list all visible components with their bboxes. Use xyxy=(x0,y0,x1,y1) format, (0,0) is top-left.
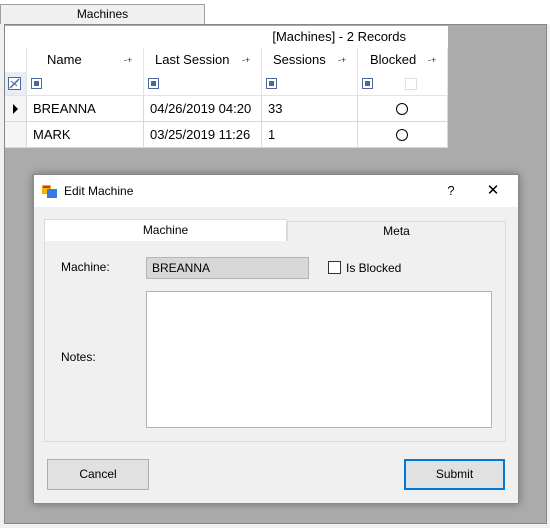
filter-pin-icon[interactable]: -+ xyxy=(124,48,132,72)
filter-pin-icon[interactable]: -+ xyxy=(428,48,436,72)
column-header-name[interactable]: Name -+ xyxy=(27,48,144,72)
column-label: Name xyxy=(47,52,82,67)
cell-last-session[interactable]: 03/25/2019 11:26 xyxy=(144,122,262,148)
tab-machine[interactable]: Machine xyxy=(44,219,287,241)
filter-pin-icon[interactable]: -+ xyxy=(338,48,346,72)
cancel-button[interactable]: Cancel xyxy=(47,459,149,490)
table-row[interactable]: MARK 03/25/2019 11:26 1 xyxy=(5,122,448,148)
notes-label: Notes: xyxy=(61,350,96,364)
machine-label: Machine: xyxy=(61,260,110,274)
submit-button[interactable]: Submit xyxy=(404,459,505,490)
filter-cell-last-session[interactable] xyxy=(144,72,262,96)
column-header-last-session[interactable]: Last Session -+ xyxy=(144,48,262,72)
column-header-blocked[interactable]: Blocked -+ xyxy=(358,48,448,72)
filter-operator-icon[interactable] xyxy=(266,78,277,89)
filter-pin-icon[interactable]: -+ xyxy=(242,48,250,72)
cell-blocked[interactable] xyxy=(358,122,448,148)
filter-cell-sessions[interactable] xyxy=(262,72,358,96)
filter-cell-blocked[interactable] xyxy=(358,72,448,96)
filter-row xyxy=(5,72,448,96)
filter-operator-icon[interactable] xyxy=(31,78,42,89)
column-label: Sessions xyxy=(273,52,326,67)
row-indicator[interactable] xyxy=(5,122,27,148)
filter-operator-icon[interactable] xyxy=(362,78,373,89)
is-blocked-checkbox[interactable] xyxy=(328,261,341,274)
cell-name[interactable]: MARK xyxy=(27,122,144,148)
current-row-arrow-icon xyxy=(13,104,18,114)
machine-field[interactable]: BREANNA xyxy=(146,257,309,279)
cell-name[interactable]: BREANNA xyxy=(27,96,144,122)
column-header-sessions[interactable]: Sessions -+ xyxy=(262,48,358,72)
tab-machines[interactable]: Machines xyxy=(0,4,205,24)
app-window-icon xyxy=(42,185,57,198)
clear-filter-icon[interactable] xyxy=(5,72,27,96)
close-icon[interactable]: ✕ xyxy=(478,175,508,207)
row-indicator[interactable] xyxy=(5,96,27,122)
blocked-indicator-icon[interactable] xyxy=(396,129,408,141)
help-button[interactable]: ? xyxy=(436,175,466,207)
table-row[interactable]: BREANNA 04/26/2019 04:20 33 xyxy=(5,96,448,122)
grid-header: Name -+ Last Session -+ Sessions -+ Bloc… xyxy=(5,48,448,72)
edit-machine-dialog: Edit Machine ? ✕ Machine Meta Machine: B… xyxy=(33,174,519,504)
cell-sessions[interactable]: 33 xyxy=(262,96,358,122)
filter-cell-name[interactable] xyxy=(27,72,144,96)
cell-sessions[interactable]: 1 xyxy=(262,122,358,148)
tab-meta[interactable]: Meta xyxy=(287,221,506,241)
is-blocked-label[interactable]: Is Blocked xyxy=(346,261,401,275)
header-corner xyxy=(5,48,27,72)
filter-operator-icon[interactable] xyxy=(148,78,159,89)
blocked-indicator-icon[interactable] xyxy=(396,103,408,115)
cell-last-session[interactable]: 04/26/2019 04:20 xyxy=(144,96,262,122)
cell-blocked[interactable] xyxy=(358,96,448,122)
column-label: Last Session xyxy=(155,52,230,67)
filter-checkbox[interactable] xyxy=(405,78,417,90)
notes-textarea[interactable] xyxy=(146,291,492,428)
column-label: Blocked xyxy=(370,52,417,67)
dialog-title: Edit Machine xyxy=(64,184,134,198)
dialog-titlebar[interactable]: Edit Machine ? ✕ xyxy=(34,175,518,207)
grid-caption: [Machines] - 2 Records xyxy=(5,26,448,48)
